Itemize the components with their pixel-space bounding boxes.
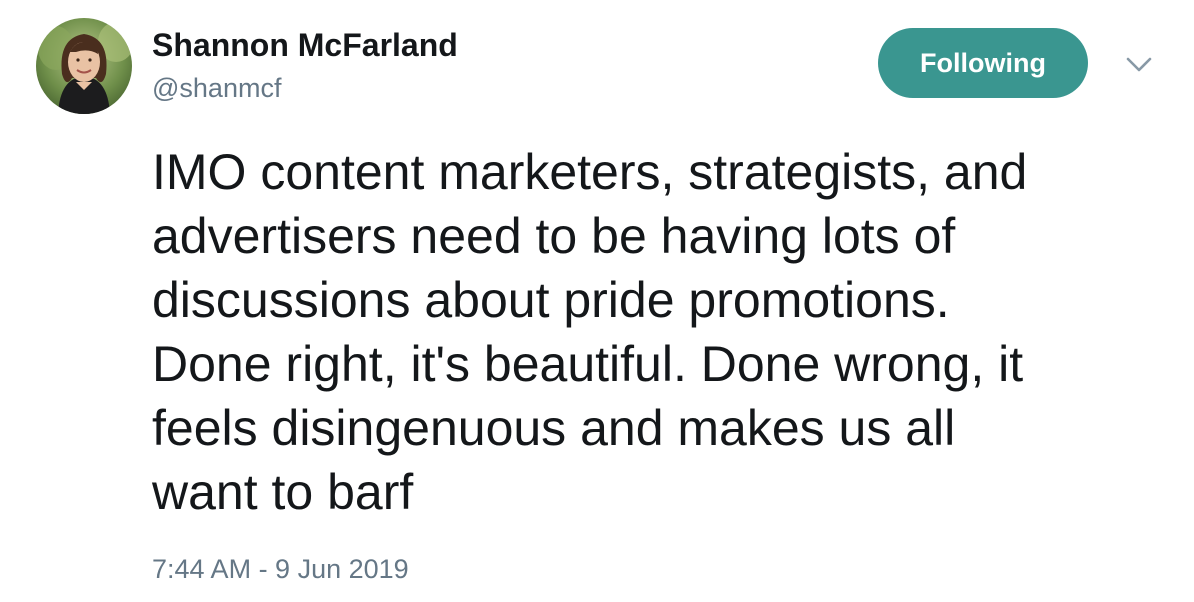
tweet-timestamp[interactable]: 7:44 AM - 9 Jun 2019 xyxy=(152,552,409,586)
tweet-card: Shannon McFarland @shanmcf Following IMO… xyxy=(0,0,1194,602)
tweet-text-line: discussions about pride promotions. xyxy=(152,272,950,328)
tweet-text-line: IMO content marketers, strategists, and xyxy=(152,144,1028,200)
author-display-name[interactable]: Shannon McFarland xyxy=(152,26,458,64)
following-button[interactable]: Following xyxy=(878,28,1088,98)
avatar[interactable] xyxy=(36,18,132,114)
chevron-down-icon[interactable] xyxy=(1124,52,1154,76)
tweet-text: IMO content marketers, strategists, and … xyxy=(152,140,1162,524)
tweet-text-line: Done right, it's beautiful. Done wrong, … xyxy=(152,336,1024,392)
tweet-text-line: advertisers need to be having lots of xyxy=(152,208,956,264)
following-button-label: Following xyxy=(920,47,1046,78)
author-handle[interactable]: @shanmcf xyxy=(152,72,281,104)
tweet-text-line: want to barf xyxy=(152,464,414,520)
tweet-text-line: feels disingenuous and makes us all xyxy=(152,400,956,456)
